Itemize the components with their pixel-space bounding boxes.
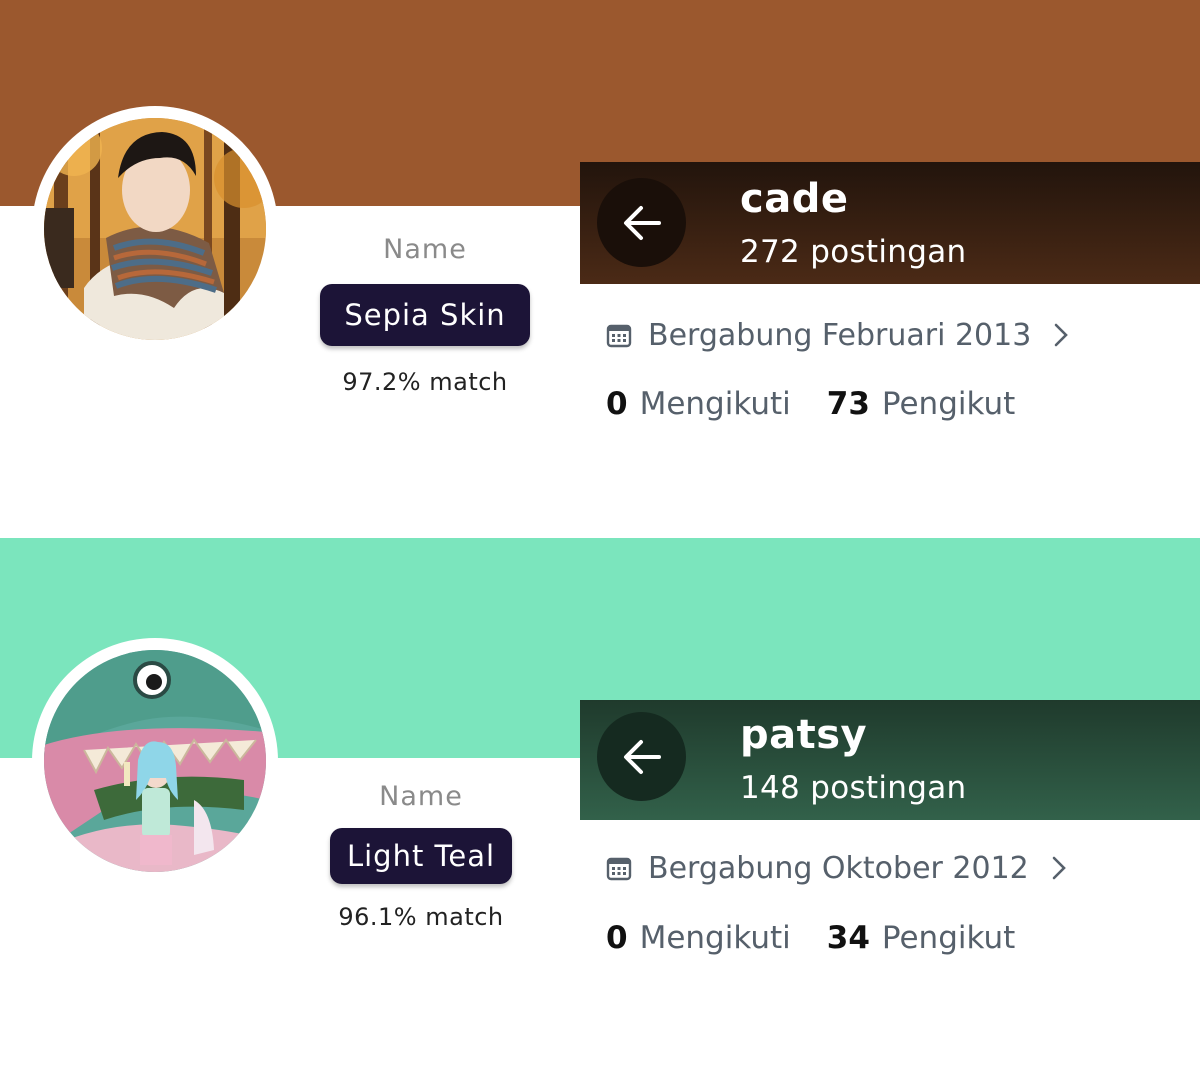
profile-header: patsy 148 postingan [580, 700, 1200, 820]
following-count: 0 [606, 920, 628, 956]
avatar[interactable] [44, 650, 266, 872]
followers-count: 34 [826, 920, 870, 956]
following-link[interactable]: 0 Mengikuti [606, 920, 791, 956]
following-count: 0 [606, 386, 628, 422]
avatar[interactable] [44, 118, 266, 340]
post-count: 148 postingan [740, 770, 967, 806]
followers-link[interactable]: 73 Pengikut [827, 386, 1016, 422]
calendar-icon [606, 324, 632, 348]
back-button[interactable] [597, 712, 686, 801]
name-caption: Name [379, 781, 463, 812]
avatar-ring [32, 106, 278, 352]
follow-stats: 0 Mengikuti 34 Pengikut [606, 916, 1015, 960]
following-link[interactable]: 0 Mengikuti [606, 386, 791, 422]
profile-header: cade 272 postingan [580, 162, 1200, 284]
followers-link[interactable]: 34 Pengikut [827, 920, 1016, 956]
followers-count: 73 [826, 386, 870, 422]
match-percentage: 97.2% match [342, 368, 508, 396]
color-name-badge: Light Teal [330, 828, 512, 884]
name-caption: Name [383, 234, 467, 265]
joined-date: Bergabung Oktober 2012 [648, 850, 1029, 886]
following-label: Mengikuti [639, 920, 791, 956]
follow-stats: 0 Mengikuti 73 Pengikut [606, 382, 1015, 426]
chevron-right-icon [1055, 323, 1069, 347]
back-button[interactable] [597, 178, 686, 267]
post-count: 272 postingan [740, 234, 967, 270]
followers-label: Pengikut [881, 920, 1016, 956]
profile-handle: patsy [740, 712, 868, 758]
calendar-icon [606, 857, 632, 881]
avatar-ring [32, 638, 278, 884]
chevron-right-icon [1052, 856, 1066, 880]
arrow-left-icon [624, 740, 661, 774]
match-percentage: 96.1% match [338, 903, 504, 931]
joined-date-row[interactable]: Bergabung Oktober 2012 [606, 846, 1067, 890]
profile-handle: cade [740, 176, 849, 222]
joined-date-row[interactable]: Bergabung Februari 2013 [606, 313, 1069, 357]
following-label: Mengikuti [639, 386, 791, 422]
joined-date: Bergabung Februari 2013 [648, 317, 1032, 353]
color-name-badge: Sepia Skin [320, 284, 530, 346]
profile-card-cade: Name Sepia Skin 97.2% match cade 272 pos… [0, 0, 1200, 500]
followers-label: Pengikut [881, 386, 1016, 422]
profile-card-patsy: Name Light Teal 96.1% match patsy 148 po… [0, 538, 1200, 1076]
arrow-left-icon [624, 206, 661, 240]
